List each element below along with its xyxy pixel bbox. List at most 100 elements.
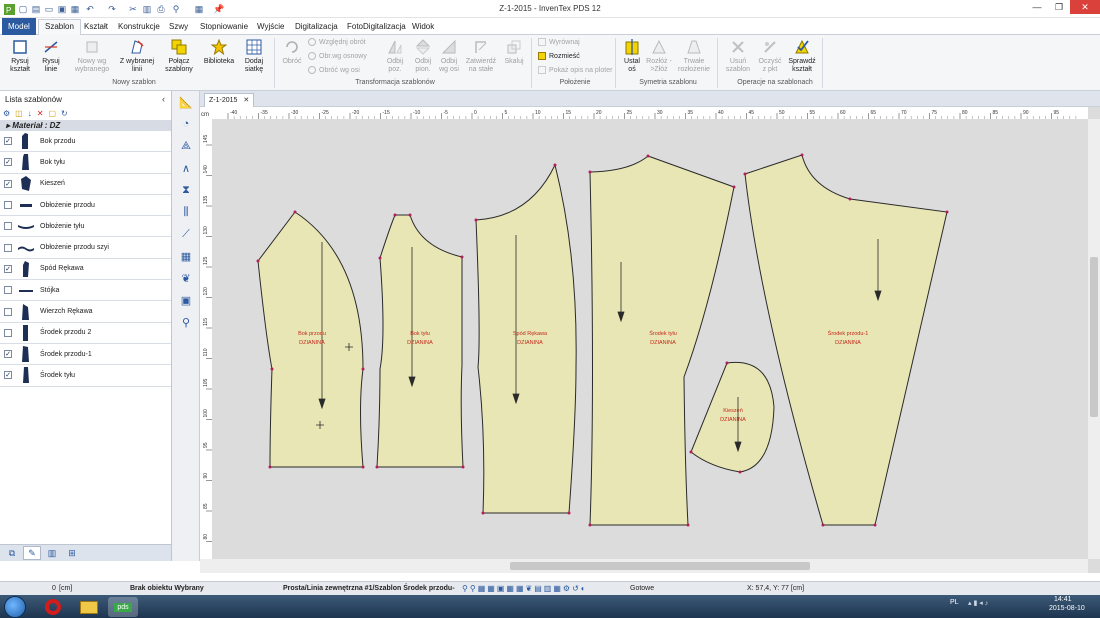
wyrownaj-button[interactable]: Wyrównaj (538, 38, 580, 46)
obroc-wg-osi-button[interactable]: Obróć wg osi (308, 66, 360, 74)
horizontal-scroll-thumb[interactable] (510, 562, 810, 570)
split-tool-icon[interactable]: ⫼ (178, 204, 194, 220)
obr-wg-osnowy-button[interactable]: Obr.wg osnowy (308, 52, 367, 60)
zatwierdz-na-stale-button[interactable]: Zatwierdź na stałe (463, 39, 499, 74)
visibility-checkbox[interactable]: ✓ (4, 179, 12, 188)
maximize-button[interactable]: ❐ (1048, 0, 1070, 14)
visibility-checkbox[interactable]: ✓ (4, 371, 12, 380)
grade-tool-icon[interactable]: ▦ (178, 248, 194, 264)
pattern-list-item[interactable]: Środek przodu 2 (0, 323, 171, 344)
arrow-down-icon[interactable]: ↓ (28, 109, 32, 118)
tab-model[interactable]: Model (2, 18, 36, 35)
z-wybranej-linii-button[interactable]: Z wybranej linii (118, 39, 156, 74)
vertical-scroll-thumb[interactable] (1090, 257, 1098, 417)
vertex-point[interactable] (293, 210, 297, 214)
vertex-point[interactable] (481, 511, 485, 515)
explorer-taskbar-icon[interactable] (74, 597, 104, 617)
photo-tool-icon[interactable]: ▣ (178, 292, 194, 308)
measure-tool-icon[interactable]: ◔ (178, 116, 194, 132)
close-window-button[interactable]: ✕ (1070, 0, 1100, 14)
vertex-point[interactable] (361, 367, 365, 371)
pattern-list-item[interactable]: ✓ Bok tyłu (0, 152, 171, 174)
tab-stopniowanie[interactable]: Stopniowanie (194, 20, 254, 35)
trwale-rozlozenie-button[interactable]: Trwałe rozłożenie (676, 39, 712, 74)
tab-konstrukcje[interactable]: Konstrukcje (112, 20, 166, 35)
delete-icon[interactable]: ✕ (37, 109, 44, 118)
rysuj-linie-button[interactable]: Rysuj linie (38, 39, 64, 74)
vertex-point[interactable] (460, 255, 464, 259)
vertex-point[interactable] (873, 523, 877, 527)
pattern-list-item[interactable]: Stójka (0, 280, 171, 302)
odbij-wg-osi-button[interactable]: Odbij wg osi (436, 39, 462, 74)
pattern-list-item[interactable]: ✓ Spód Rękawa (0, 259, 171, 281)
pattern-list-item[interactable]: ✓ Bok przodu (0, 131, 171, 153)
vertex-point[interactable] (256, 259, 260, 263)
visibility-checkbox[interactable] (4, 243, 12, 252)
book-tab-icon[interactable]: ▥ (43, 546, 61, 560)
vertex-point[interactable] (461, 465, 465, 469)
pattern-list-item[interactable]: Obłożenie tyłu (0, 216, 171, 238)
refresh-icon[interactable]: ↻ (61, 109, 68, 118)
segment-tool-icon[interactable]: ⧗ (178, 182, 194, 198)
vertex-point[interactable] (361, 465, 365, 469)
compass-tool-icon[interactable]: ⟁ (178, 138, 194, 154)
vertex-point[interactable] (393, 213, 397, 217)
ustal-os-button[interactable]: Ustal oś (620, 39, 644, 74)
tab-szwy[interactable]: Szwy (163, 20, 194, 35)
tab-digitalizacja[interactable]: Digitalizacja (289, 20, 344, 35)
pattern-list-item[interactable]: Obłożenie przodu (0, 195, 171, 217)
polacz-szablony-button[interactable]: Połącz szablony (161, 39, 197, 74)
tab-widok[interactable]: Widok (406, 20, 440, 35)
vertex-point[interactable] (800, 153, 804, 157)
vertex-point[interactable] (743, 172, 747, 176)
vertex-point[interactable] (375, 465, 379, 469)
visibility-checkbox[interactable]: ✓ (4, 137, 12, 146)
odbij-poz-button[interactable]: Odbij poz. (382, 39, 408, 74)
pattern-list-item[interactable]: ✓ Środek tyłu (0, 365, 171, 387)
vertex-point[interactable] (408, 213, 412, 217)
sprawdz-ksztalt-button[interactable]: Sprawdź kształt (786, 39, 818, 74)
clock-date[interactable]: 2015-08-10 (1049, 605, 1085, 612)
tab-ksztalt[interactable]: Kształt (78, 20, 114, 35)
visibility-checkbox[interactable] (4, 222, 12, 231)
vertex-point[interactable] (553, 163, 557, 167)
vertex-point[interactable] (474, 218, 478, 222)
paw-tool-icon[interactable]: ❦ (178, 270, 194, 286)
language-indicator[interactable]: PL (950, 599, 959, 606)
pattern-list-item[interactable]: Obłożenie przodu szyi (0, 237, 171, 259)
rozloz-zloz-button[interactable]: Rozłóż ->Złóż (646, 39, 672, 74)
usun-szablon-button[interactable]: Usuń szablon (724, 39, 752, 74)
copy-icon[interactable]: ▢ (48, 109, 56, 118)
minimize-button[interactable]: — (1026, 0, 1048, 14)
rozmiesc-button[interactable]: Rozmieść (538, 52, 580, 60)
vertex-point[interactable] (732, 185, 736, 189)
drawing-canvas[interactable]: -40 -35 -30 -25 -20 -15 -10 -5 0 5 10 15 20 25 30 35 40 4… (200, 107, 1100, 573)
odbij-pion-button[interactable]: Odbij pion. (410, 39, 436, 74)
vertex-point[interactable] (588, 170, 592, 174)
visibility-checkbox[interactable] (4, 307, 12, 316)
status-tool-icons[interactable]: ⚲⚲▦▦▣▦▦❦▤▥▦⚙↺◐ (462, 584, 588, 593)
tray-icons[interactable]: ▴ ▮ ◂ ♪ (968, 599, 988, 607)
visibility-checkbox[interactable]: ✓ (4, 264, 12, 273)
pds-taskbar-button[interactable]: pds (108, 597, 138, 617)
tab-szablon[interactable]: Szablon (38, 19, 81, 36)
biblioteka-button[interactable]: Biblioteka (202, 39, 236, 66)
dodaj-siatke-button[interactable]: Dodaj siatkę (240, 39, 268, 74)
canvas-svg[interactable]: -40 -35 -30 -25 -20 -15 -10 -5 0 5 10 15 20 25 30 35 40 4… (200, 107, 1100, 573)
vertex-point[interactable] (725, 361, 729, 365)
pokaz-opis-button[interactable]: Pokaż opis na ploter (538, 66, 612, 74)
pattern-list-item[interactable]: Wierzch Rękawa (0, 301, 171, 323)
tab-fotodigitalizacja[interactable]: FotoDigitalizacja (341, 20, 412, 35)
patterns-tab-icon[interactable]: ✎ (23, 546, 41, 560)
visibility-checkbox[interactable]: ✓ (4, 350, 12, 359)
material-group-row[interactable]: ▸ Materiał : DZ (0, 120, 171, 131)
visibility-checkbox[interactable]: ✓ (4, 158, 12, 167)
vertex-point[interactable] (270, 367, 274, 371)
document-tab[interactable]: Z-1-2015 ✕ (204, 93, 255, 107)
vertex-point[interactable] (945, 210, 949, 214)
angle-tool-icon[interactable]: ∧ (178, 160, 194, 176)
tab-wyjscie[interactable]: Wyjście (251, 20, 290, 35)
rysuj-ksztalt-button[interactable]: Rysuj kształt (4, 39, 36, 74)
vertex-point[interactable] (686, 523, 690, 527)
vertex-point[interactable] (567, 511, 571, 515)
